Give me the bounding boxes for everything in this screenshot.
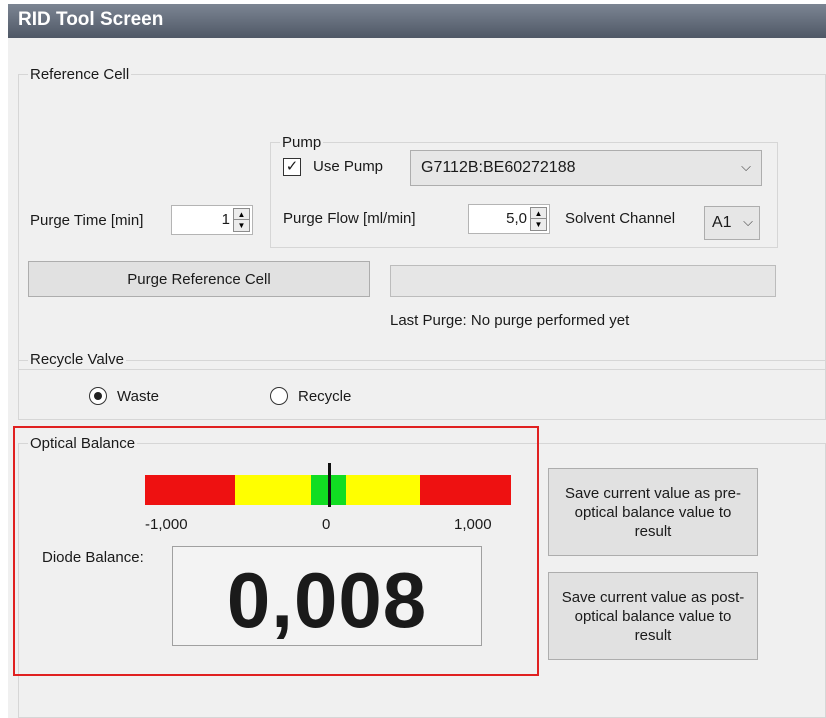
radio-selected-dot [94, 392, 102, 400]
pump-select[interactable]: G7112B:BE60272188 ⌵ [410, 150, 762, 186]
solvent-channel-value: A1 [712, 214, 732, 231]
purge-progress-bar [390, 265, 776, 297]
purge-reference-cell-label: Purge Reference Cell [127, 270, 271, 288]
purge-flow-stepper[interactable]: 5,0 ▲ ▼ [468, 204, 550, 234]
use-pump-label: Use Pump [313, 158, 384, 175]
spin-down-icon[interactable]: ▼ [234, 220, 249, 231]
save-pre-optical-balance-button[interactable]: Save current value as pre-optical balanc… [548, 468, 758, 556]
spin-up-icon[interactable]: ▲ [531, 208, 546, 219]
recycle-radio[interactable] [270, 387, 288, 405]
pump-legend: Pump [280, 134, 324, 152]
save-post-optical-balance-label: Save current value as post-optical balan… [561, 588, 745, 644]
chevron-down-icon: ⌵ [743, 214, 753, 229]
waste-radio-label: Waste [117, 388, 159, 405]
purge-flow-value: 5,0 [506, 210, 527, 227]
window-title: RID Tool Screen [18, 9, 164, 30]
chevron-down-icon: ⌵ [741, 159, 751, 174]
last-purge-text: Last Purge: No purge performed yet [390, 312, 630, 329]
reference-cell-legend: Reference Cell [28, 66, 132, 84]
purge-time-spin-buttons[interactable]: ▲ ▼ [233, 208, 250, 232]
check-icon: ✓ [285, 158, 299, 175]
recycle-radio-label: Recycle [298, 388, 352, 405]
save-post-optical-balance-button[interactable]: Save current value as post-optical balan… [548, 572, 758, 660]
save-pre-optical-balance-label: Save current value as pre-optical balanc… [565, 484, 741, 540]
purge-time-value: 1 [221, 211, 230, 228]
solvent-channel-select[interactable]: A1 ⌵ [704, 206, 760, 240]
purge-flow-spin-buttons[interactable]: ▲ ▼ [530, 207, 547, 231]
spin-up-icon[interactable]: ▲ [234, 209, 249, 220]
recycle-valve-legend: Recycle Valve [28, 351, 126, 369]
pump-select-value: G7112B:BE60272188 [421, 159, 576, 176]
purge-time-label: Purge Time [min] [30, 212, 144, 229]
purge-time-stepper[interactable]: 1 ▲ ▼ [171, 205, 253, 235]
window-title-bar: RID Tool Screen [8, 4, 826, 38]
waste-radio[interactable] [89, 387, 107, 405]
solvent-channel-label: Solvent Channel [565, 210, 676, 227]
purge-flow-label: Purge Flow [ml/min] [283, 210, 416, 227]
highlight-box [13, 426, 539, 676]
spin-down-icon[interactable]: ▼ [531, 219, 546, 230]
rid-tool-window: Reference Cell Pump ✓ Use Pump G7112B:BE… [8, 38, 826, 718]
purge-reference-cell-button[interactable]: Purge Reference Cell [28, 261, 370, 297]
use-pump-checkbox[interactable]: ✓ [283, 158, 301, 176]
